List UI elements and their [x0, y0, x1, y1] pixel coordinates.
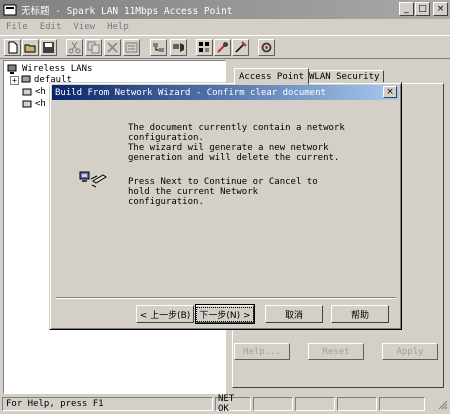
main-title-bar[interactable]: 无标题 - Spark LAN 11Mbps Access Point _ □ …	[0, 0, 450, 19]
dialog-title: Build From Network Wizard - Confirm clea…	[55, 87, 326, 98]
dialog-title-bar[interactable]: Build From Network Wizard - Confirm clea…	[52, 85, 399, 100]
next-button[interactable]: 下一步(N) >	[195, 304, 255, 324]
tools-icon	[217, 42, 228, 53]
app-icon	[3, 4, 17, 15]
menu-bar: File Edit View Help	[0, 19, 450, 34]
status-help-text: For Help, press F1	[2, 397, 213, 411]
back-button[interactable]: < 上一步(B)	[136, 305, 194, 323]
network-scan-icon	[153, 43, 164, 52]
grid-icon	[199, 42, 209, 52]
menu-file[interactable]: File	[0, 22, 34, 32]
network-scan-button[interactable]	[150, 39, 167, 56]
reset-button[interactable]: Reset	[308, 343, 364, 360]
copy-icon	[87, 41, 100, 54]
cut-button[interactable]	[66, 39, 83, 56]
access-point-node-icon	[22, 100, 32, 108]
resize-grip-icon[interactable]	[436, 398, 448, 410]
tree-item-label: <h	[35, 99, 46, 109]
new-button[interactable]	[4, 39, 21, 56]
save-button[interactable]	[40, 39, 57, 56]
toolbar	[0, 35, 450, 59]
dialog-close-button[interactable]: ×	[383, 86, 397, 98]
expand-icon[interactable]: +	[10, 75, 19, 85]
open-button[interactable]	[22, 39, 39, 56]
tools-button[interactable]	[214, 39, 231, 56]
delete-icon	[107, 42, 118, 53]
status-cell-empty-1	[253, 397, 293, 411]
copy-button[interactable]	[85, 39, 102, 56]
status-bar: For Help, press F1 NET OK	[0, 394, 450, 414]
close-button[interactable]: ×	[433, 2, 448, 16]
properties-button[interactable]	[123, 39, 140, 56]
dialog-message-2: Press Next to Continue or Cancel to hold…	[128, 177, 318, 207]
cut-icon	[68, 41, 81, 54]
wizard-dialog: Build From Network Wizard - Confirm clea…	[49, 82, 402, 330]
tree-root[interactable]: Wireless LANs	[7, 63, 92, 75]
settings-icon	[261, 42, 272, 53]
open-icon	[24, 44, 36, 53]
network-icon	[21, 75, 31, 83]
status-cell-empty-2	[295, 397, 335, 411]
probe-button[interactable]	[232, 39, 249, 56]
menu-edit[interactable]: Edit	[34, 22, 68, 32]
settings-button[interactable]	[258, 39, 275, 56]
menu-view[interactable]: View	[67, 22, 101, 32]
cancel-button[interactable]: 取消	[265, 305, 323, 323]
tree-item-2[interactable]: <h	[22, 87, 46, 97]
save-icon	[43, 42, 54, 53]
access-point-icon	[173, 43, 184, 52]
apply-button[interactable]: Apply	[382, 343, 438, 360]
window-title: 无标题 - Spark LAN 11Mbps Access Point	[21, 5, 233, 17]
wizard-network-icon	[79, 171, 107, 188]
help-button[interactable]: Help...	[234, 343, 290, 360]
tree-item-3[interactable]: <h	[22, 99, 46, 109]
dialog-help-button[interactable]: 帮助	[331, 305, 389, 323]
minimize-button[interactable]: _	[399, 2, 414, 16]
menu-help[interactable]: Help	[101, 22, 135, 32]
delete-button[interactable]	[104, 39, 121, 56]
tab-access-point[interactable]: Access Point	[234, 68, 310, 85]
probe-icon	[235, 41, 247, 53]
status-net: NET OK	[215, 394, 251, 414]
new-icon	[8, 41, 18, 54]
grid-button[interactable]	[196, 39, 213, 56]
status-cell-empty-3	[337, 397, 377, 411]
properties-icon	[125, 42, 138, 53]
status-cell-empty-4	[379, 397, 425, 411]
access-point-button[interactable]	[170, 39, 187, 56]
dialog-message-1: The document currently contain a network…	[128, 123, 345, 163]
maximize-button[interactable]: □	[415, 2, 430, 16]
dialog-separator	[56, 297, 396, 299]
access-point-node-icon	[22, 88, 32, 96]
tree-item-label: <h	[35, 87, 46, 97]
wireless-lan-icon	[7, 64, 17, 74]
tree-root-label: Wireless LANs	[22, 64, 93, 74]
